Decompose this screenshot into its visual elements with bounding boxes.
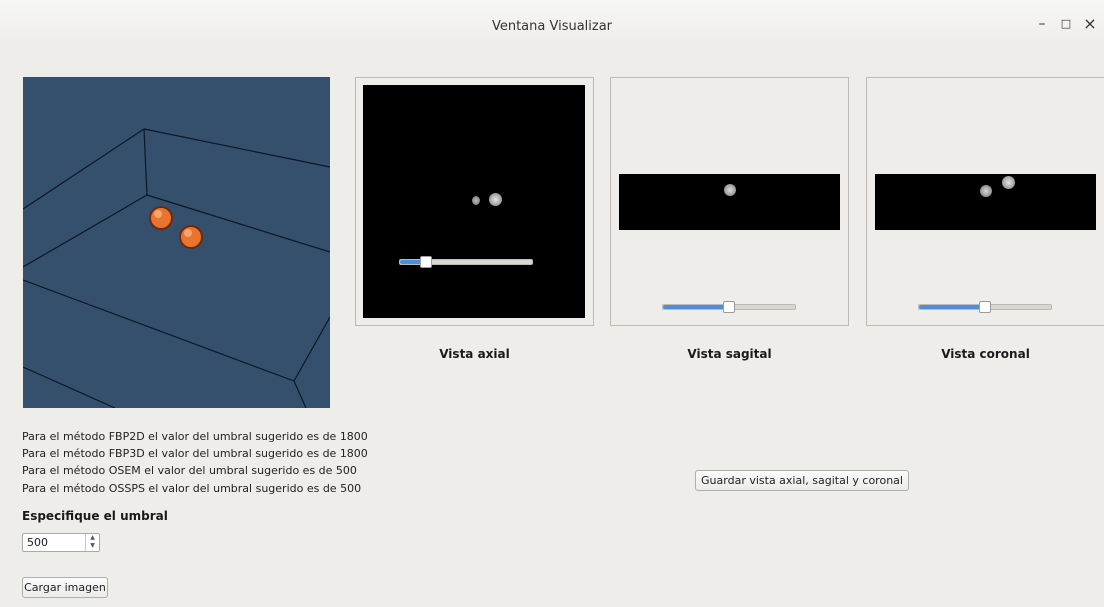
spin-down-icon[interactable]: ▼ [86, 542, 99, 550]
coronal-image [875, 174, 1096, 230]
coronal-slider-fill [919, 305, 985, 309]
coronal-slider-handle[interactable] [979, 301, 991, 313]
3d-scene-lines [23, 128, 330, 408]
close-icon[interactable]: × [1082, 16, 1098, 32]
spin-buttons: ▲ ▼ [85, 534, 99, 551]
axial-slider-handle[interactable] [420, 256, 433, 268]
axial-lesion-small [472, 196, 480, 205]
info-line: Para el método OSSPS el valor del umbral… [22, 482, 362, 495]
coronal-lesion-right [1002, 176, 1015, 189]
window-titlebar[interactable]: Ventana Visualizar – □ × [0, 0, 1104, 40]
coronal-lesion-left [980, 185, 992, 197]
threshold-spinbox[interactable]: 500 ▲ ▼ [22, 533, 100, 552]
coronal-view-panel [866, 77, 1104, 326]
sagittal-view-panel [610, 77, 849, 326]
sphere-markers [149, 206, 203, 249]
threshold-label: Especifique el umbral [22, 509, 168, 523]
coronal-view-caption: Vista coronal [941, 347, 1030, 361]
spin-up-icon[interactable]: ▲ [86, 534, 99, 542]
axial-image [363, 85, 585, 318]
threshold-value[interactable]: 500 [27, 536, 48, 549]
info-line: Para el método FBP3D el valor del umbral… [22, 447, 368, 460]
axial-view-panel [355, 77, 594, 326]
3d-render-view[interactable] [23, 77, 330, 408]
sagittal-slider-fill [663, 305, 729, 309]
sagittal-view-caption: Vista sagital [687, 347, 772, 361]
minimize-icon[interactable]: – [1034, 16, 1050, 32]
coronal-slider[interactable] [918, 301, 1052, 313]
sagittal-lesion [724, 184, 736, 196]
sagittal-image [619, 174, 840, 230]
info-line: Para el método OSEM el valor del umbral … [22, 464, 357, 477]
save-views-button[interactable]: Guardar vista axial, sagital y coronal [695, 470, 909, 491]
axial-lesion-large [489, 193, 502, 206]
load-image-button[interactable]: Cargar imagen [22, 577, 108, 598]
maximize-icon[interactable]: □ [1058, 16, 1074, 32]
axial-slider[interactable] [399, 256, 533, 268]
axial-view-caption: Vista axial [439, 347, 510, 361]
window-title: Ventana Visualizar [491, 19, 613, 34]
sagittal-slider[interactable] [662, 301, 796, 313]
sagittal-slider-handle[interactable] [723, 301, 735, 313]
info-line: Para el método FBP2D el valor del umbral… [22, 430, 368, 443]
